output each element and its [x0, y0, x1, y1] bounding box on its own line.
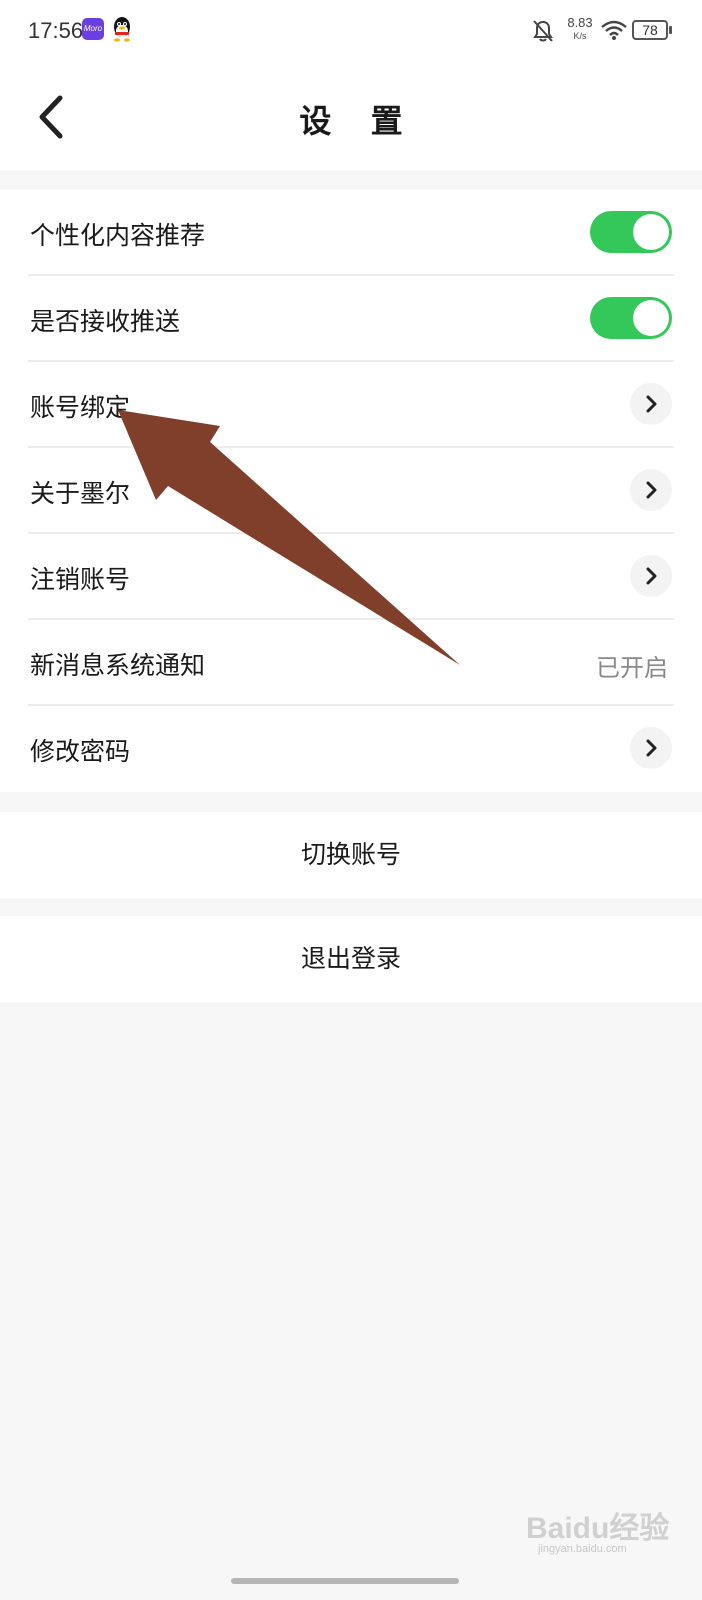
setting-about[interactable]: 关于墨尔 — [28, 448, 674, 534]
setting-label: 是否接收推送 — [30, 307, 181, 336]
bell-off-icon — [533, 20, 553, 42]
personalized-recommendation-toggle[interactable] — [590, 211, 672, 253]
chevron-right-icon — [630, 469, 672, 511]
setting-personalized-recommendation: 个性化内容推荐 — [28, 190, 674, 276]
page-title: 设 置 — [299, 102, 417, 140]
chevron-right-icon — [630, 383, 672, 425]
logout-button[interactable]: 退出登录 — [0, 916, 702, 1002]
setting-label: 关于墨尔 — [30, 479, 131, 508]
setting-label: 注销账号 — [30, 565, 131, 594]
setting-label: 修改密码 — [30, 737, 131, 766]
toggle-knob — [633, 300, 669, 336]
chevron-right-icon — [630, 727, 672, 769]
notification-status: 已开启 — [596, 654, 668, 682]
settings-list: 个性化内容推荐 是否接收推送 账号绑定 关于墨尔 注销账号 新消息系统通知 已开… — [0, 190, 702, 792]
moro-app-icon: Moro — [82, 18, 104, 40]
home-indicator[interactable] — [231, 1578, 459, 1584]
baidu-watermark: Baidu经验 jingyan.baidu.com — [520, 1495, 690, 1565]
status-time: 17:56 — [28, 18, 84, 43]
setting-label: 账号绑定 — [30, 393, 131, 422]
setting-change-password[interactable]: 修改密码 — [28, 706, 674, 792]
switch-account-button[interactable]: 切换账号 — [0, 812, 702, 898]
navigation-header: 设 置 — [0, 64, 702, 170]
setting-label: 新消息系统通知 — [30, 651, 206, 680]
setting-delete-account[interactable]: 注销账号 — [28, 534, 674, 620]
watermark-url: jingyan.baidu.com — [538, 1543, 627, 1555]
setting-message-notification[interactable]: 新消息系统通知 已开启 — [28, 620, 674, 706]
setting-receive-push: 是否接收推送 — [28, 276, 674, 362]
chevron-right-icon — [630, 555, 672, 597]
wifi-icon — [601, 20, 627, 40]
network-speed: 8.83 K/s — [567, 15, 593, 42]
receive-push-toggle[interactable] — [590, 297, 672, 339]
watermark-text: Baidu经验 — [526, 1512, 670, 1545]
setting-account-binding[interactable]: 账号绑定 — [28, 362, 674, 448]
setting-label: 个性化内容推荐 — [30, 221, 206, 250]
toggle-knob — [633, 214, 669, 250]
qq-icon — [114, 17, 130, 42]
battery-icon: 78 — [632, 20, 672, 40]
status-bar: 17:56 Moro 8.83 K/s 78 — [0, 0, 702, 64]
